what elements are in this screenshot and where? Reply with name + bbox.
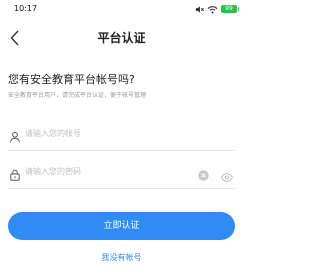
auth-heading: 您有安全教育平台帐号吗?: [8, 73, 135, 86]
account-input[interactable]: 请输入您的帐号: [25, 128, 195, 140]
status-bar: 10:17 99: [0, 0, 243, 18]
auth-subheading: 安全教育平台用户，请完成平台认证，便于帐号管理: [8, 92, 147, 99]
page-title: 平台认证: [97, 31, 146, 45]
mute-icon: [195, 5, 204, 14]
nav-bar: 平台认证: [0, 18, 243, 58]
eye-icon[interactable]: [221, 167, 233, 182]
lock-icon: [9, 166, 21, 181]
user-icon: [9, 128, 21, 143]
account-field[interactable]: 请输入您的帐号: [8, 120, 235, 151]
status-icons: 99: [195, 4, 239, 14]
password-input[interactable]: 请输入您的密码: [25, 166, 195, 178]
no-account-link[interactable]: 我没有帐号: [0, 252, 243, 263]
status-time: 10:17: [14, 4, 38, 13]
password-field[interactable]: 请输入您的密码: [8, 158, 235, 189]
clear-icon[interactable]: [198, 166, 209, 181]
submit-button[interactable]: 立即认证: [8, 212, 235, 240]
battery-icon: 99: [221, 5, 239, 13]
wifi-icon: [207, 5, 218, 14]
